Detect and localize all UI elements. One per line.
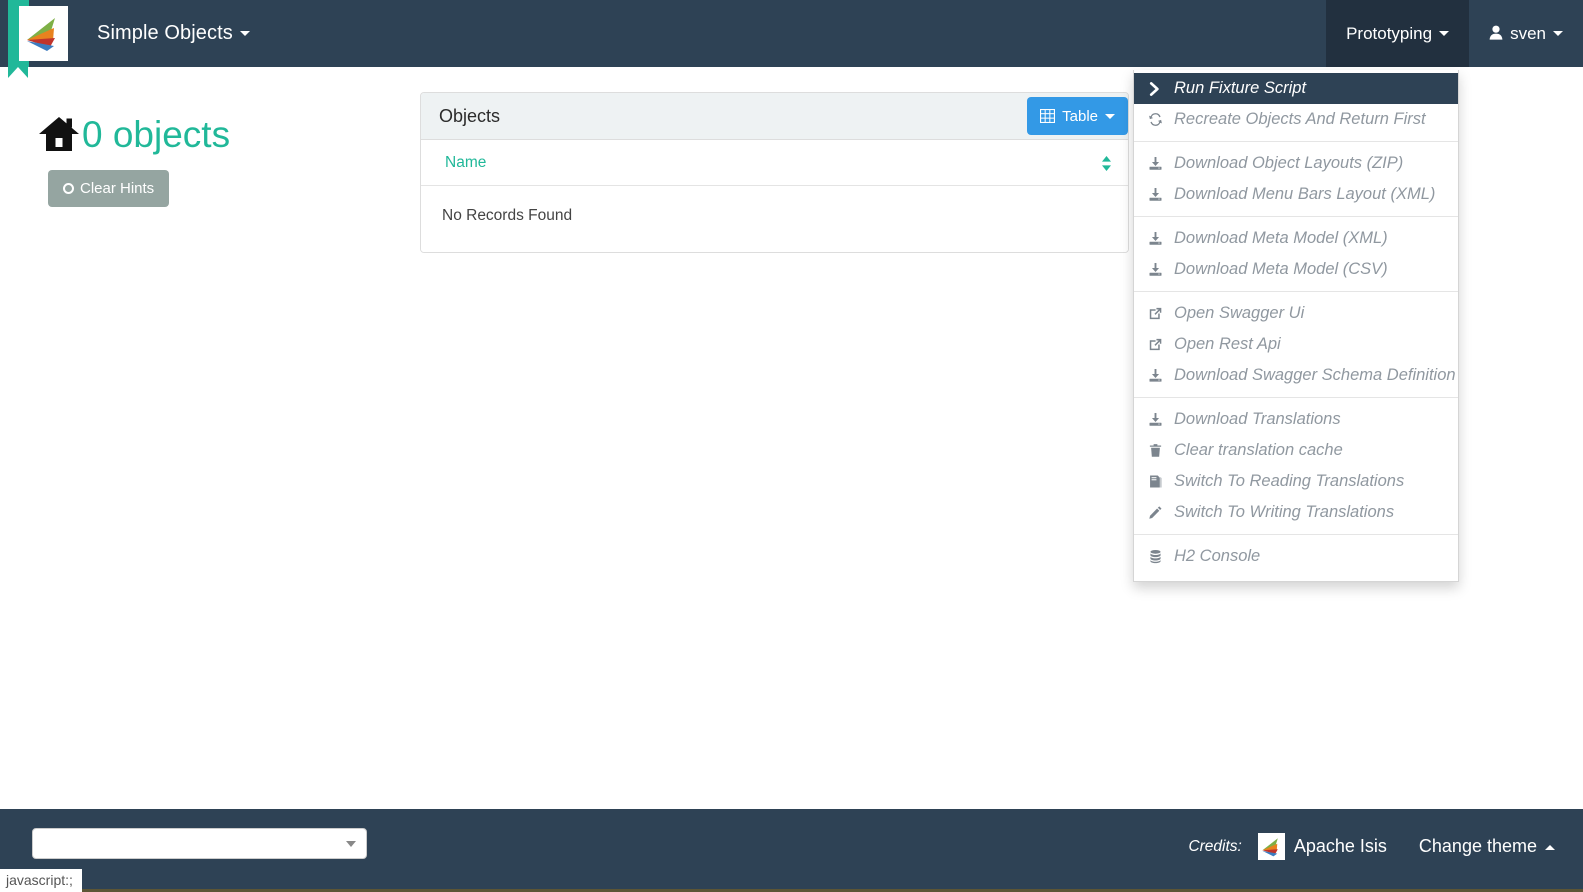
brand-title-label: Simple Objects xyxy=(97,22,233,44)
objects-panel: Objects Table Name xyxy=(420,92,1129,253)
menu-section-meta-model: Download Meta Model (XML) Download Meta … xyxy=(1134,216,1458,291)
menu-section-fixtures: Run Fixture Script Recreate Objects And … xyxy=(1134,73,1458,141)
caret-down-icon xyxy=(1105,114,1115,119)
menu-item-download-meta-model-csv[interactable]: Download Meta Model (CSV) xyxy=(1134,254,1458,285)
menu-item-label: Download Translations xyxy=(1174,410,1341,429)
menu-item-switch-to-reading-translations[interactable]: Switch To Reading Translations xyxy=(1134,466,1458,497)
menu-item-download-object-layouts-zip[interactable]: Download Object Layouts (ZIP) xyxy=(1134,148,1458,179)
nav-item-user-label: sven xyxy=(1510,24,1546,44)
menu-item-label: Clear translation cache xyxy=(1174,441,1343,460)
page-title: 0 objects xyxy=(38,108,230,160)
page-footer: Credits: Apache Isis Change theme xyxy=(0,809,1583,892)
apache-isis-logo[interactable] xyxy=(19,6,68,61)
table-view-button[interactable]: Table xyxy=(1027,97,1128,135)
book-icon xyxy=(1148,474,1174,489)
chevron-down-icon xyxy=(240,31,250,36)
menu-item-open-rest-api[interactable]: Open Rest Api xyxy=(1134,329,1458,360)
external-link-icon xyxy=(1148,337,1174,352)
download-icon xyxy=(1148,187,1174,202)
download-icon xyxy=(1148,412,1174,427)
menu-item-label: Download Menu Bars Layout (XML) xyxy=(1174,185,1435,204)
credit-name-label[interactable]: Apache Isis xyxy=(1294,836,1387,857)
objects-panel-title: Objects xyxy=(439,106,500,127)
caret-up-icon xyxy=(1545,845,1555,850)
download-icon xyxy=(1148,156,1174,171)
credits-label: Credits: xyxy=(1188,838,1241,856)
chevron-down-icon xyxy=(1439,31,1449,36)
top-navbar: Simple Objects Prototyping sven xyxy=(0,0,1583,67)
menu-item-label: Download Object Layouts (ZIP) xyxy=(1174,154,1403,173)
apache-isis-logo-icon xyxy=(23,14,64,54)
menu-section-layouts: Download Object Layouts (ZIP) Download M… xyxy=(1134,141,1458,216)
navbar-right-group: Prototyping sven xyxy=(1326,0,1583,67)
menu-item-recreate-objects-and-return-first[interactable]: Recreate Objects And Return First xyxy=(1134,104,1458,135)
refresh-icon xyxy=(1148,112,1174,127)
objects-table: Name xyxy=(421,140,1128,186)
nav-item-user[interactable]: sven xyxy=(1469,0,1583,67)
menu-item-clear-translation-cache[interactable]: Clear translation cache xyxy=(1134,435,1458,466)
objects-panel-body: Name No Records Found xyxy=(421,140,1128,252)
menu-item-label: Open Swagger Ui xyxy=(1174,304,1304,323)
user-icon xyxy=(1489,25,1503,43)
menu-item-download-meta-model-xml[interactable]: Download Meta Model (XML) xyxy=(1134,223,1458,254)
browser-status-tooltip: javascript:; xyxy=(0,869,82,892)
menu-item-label: Recreate Objects And Return First xyxy=(1174,110,1426,129)
prototyping-dropdown-menu: Run Fixture Script Recreate Objects And … xyxy=(1133,70,1459,582)
home-icon xyxy=(38,115,80,153)
download-icon xyxy=(1148,368,1174,383)
menu-item-label: Download Meta Model (XML) xyxy=(1174,229,1388,248)
trash-icon xyxy=(1148,443,1174,458)
download-icon xyxy=(1148,231,1174,246)
menu-section-translations: Download Translations Clear translation … xyxy=(1134,397,1458,534)
download-icon xyxy=(1148,262,1174,277)
object-count-label: 0 objects xyxy=(82,116,230,153)
brand-title[interactable]: Simple Objects xyxy=(97,0,250,67)
objects-table-header-row: Name xyxy=(421,140,1128,186)
menu-item-label: Switch To Writing Translations xyxy=(1174,503,1394,522)
circle-icon xyxy=(63,183,74,194)
menu-item-switch-to-writing-translations[interactable]: Switch To Writing Translations xyxy=(1134,497,1458,528)
menu-section-rest-api: Open Swagger Ui Open Rest Api Download S… xyxy=(1134,291,1458,397)
clear-hints-label: Clear Hints xyxy=(80,180,154,197)
empty-state-message: No Records Found xyxy=(421,186,1128,252)
menu-item-download-swagger-schema-definition[interactable]: Download Swagger Schema Definition xyxy=(1134,360,1458,391)
menu-item-download-translations[interactable]: Download Translations xyxy=(1134,404,1458,435)
menu-section-h2: H2 Console xyxy=(1134,534,1458,578)
sort-updown-icon[interactable] xyxy=(1101,155,1112,172)
menu-item-label: H2 Console xyxy=(1174,547,1260,566)
pencil-icon xyxy=(1148,505,1174,520)
table-view-button-label: Table xyxy=(1062,108,1098,125)
apache-isis-logo xyxy=(1258,833,1285,860)
objects-panel-header: Objects Table xyxy=(421,93,1128,140)
nav-item-prototyping-label: Prototyping xyxy=(1346,24,1432,44)
chevron-right-icon xyxy=(1148,82,1174,96)
database-icon xyxy=(1148,549,1174,564)
change-theme-button[interactable]: Change theme xyxy=(1419,836,1555,857)
menu-item-run-fixture-script[interactable]: Run Fixture Script xyxy=(1134,73,1458,104)
menu-item-label: Run Fixture Script xyxy=(1174,79,1306,98)
external-link-icon xyxy=(1148,306,1174,321)
clear-hints-button[interactable]: Clear Hints xyxy=(48,170,169,207)
change-theme-label: Change theme xyxy=(1419,836,1537,856)
menu-item-h2-console[interactable]: H2 Console xyxy=(1134,541,1458,572)
menu-item-open-swagger-ui[interactable]: Open Swagger Ui xyxy=(1134,298,1458,329)
menu-item-download-menu-bars-layout-xml[interactable]: Download Menu Bars Layout (XML) xyxy=(1134,179,1458,210)
menu-item-label: Switch To Reading Translations xyxy=(1174,472,1404,491)
menu-item-label: Open Rest Api xyxy=(1174,335,1281,354)
menu-item-label: Download Meta Model (CSV) xyxy=(1174,260,1388,279)
menu-item-label: Download Swagger Schema Definition xyxy=(1174,366,1456,385)
nav-item-prototyping[interactable]: Prototyping xyxy=(1326,0,1469,67)
table-grid-icon xyxy=(1040,109,1055,123)
chevron-down-icon xyxy=(1553,31,1563,36)
objects-table-head: Name xyxy=(421,140,1128,186)
caret-down-icon xyxy=(346,841,356,847)
column-header-label: Name xyxy=(445,154,486,172)
column-header-name[interactable]: Name xyxy=(421,140,1128,186)
footer-credits-group: Credits: Apache Isis Change theme xyxy=(1188,833,1555,860)
footer-select[interactable] xyxy=(32,828,367,859)
